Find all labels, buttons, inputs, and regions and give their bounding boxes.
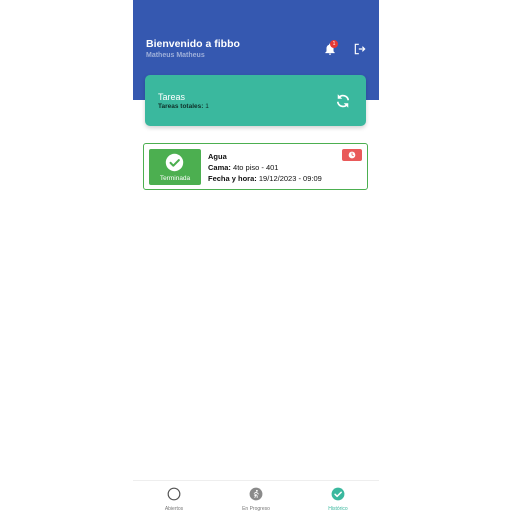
task-datetime-label: Fecha y hora: — [208, 174, 257, 183]
check-circle-icon — [165, 153, 184, 172]
nav-label-open: Abiertos — [164, 506, 184, 512]
task-name: Agua — [208, 152, 227, 161]
app-screen: Bienvenido a fibbo Matheus Matheus 1 Tar… — [133, 0, 379, 512]
check-circle-icon — [331, 487, 345, 501]
notification-badge: 1 — [330, 40, 338, 48]
nav-label-in-progress: En Progreso — [242, 506, 270, 512]
task-datetime: Fecha y hora: 19/12/2023 - 09:09 — [208, 174, 322, 183]
nav-item-open[interactable]: Abiertos — [133, 481, 215, 512]
task-datetime-value: 19/12/2023 - 09:09 — [258, 174, 322, 183]
tasks-total-label: Tareas totales: — [158, 103, 204, 110]
nav-label-history: Histórico — [328, 506, 348, 512]
task-bed: Cama: 4to piso - 401 — [208, 163, 278, 172]
user-name: Matheus Matheus — [146, 52, 205, 59]
logout-icon[interactable] — [353, 42, 367, 56]
running-person-icon — [249, 487, 263, 501]
nav-item-in-progress[interactable]: En Progreso — [215, 481, 297, 512]
task-status-label: Terminada — [159, 175, 191, 182]
welcome-title: Bienvenido a fibbo — [146, 38, 240, 50]
task-card[interactable]: Terminada Agua Cama: 4to piso - 401 Fech… — [143, 143, 368, 190]
bottom-nav: Abiertos En Progreso Histórico — [133, 480, 379, 512]
task-bed-value: 4to piso - 401 — [233, 163, 279, 172]
tasks-title: Tareas — [158, 92, 186, 102]
tasks-summary-card: Tareas Tareas totales: 1 — [145, 75, 366, 126]
clock-icon — [348, 151, 356, 159]
circle-outline-icon — [167, 487, 181, 501]
task-status-box: Terminada — [149, 149, 201, 185]
task-bed-label: Cama: — [208, 163, 231, 172]
refresh-icon[interactable] — [334, 92, 352, 110]
tasks-total-value: 1 — [205, 103, 209, 110]
nav-item-history[interactable]: Histórico — [297, 481, 379, 512]
time-badge[interactable] — [342, 149, 362, 161]
tasks-total: Tareas totales: 1 — [158, 103, 209, 110]
